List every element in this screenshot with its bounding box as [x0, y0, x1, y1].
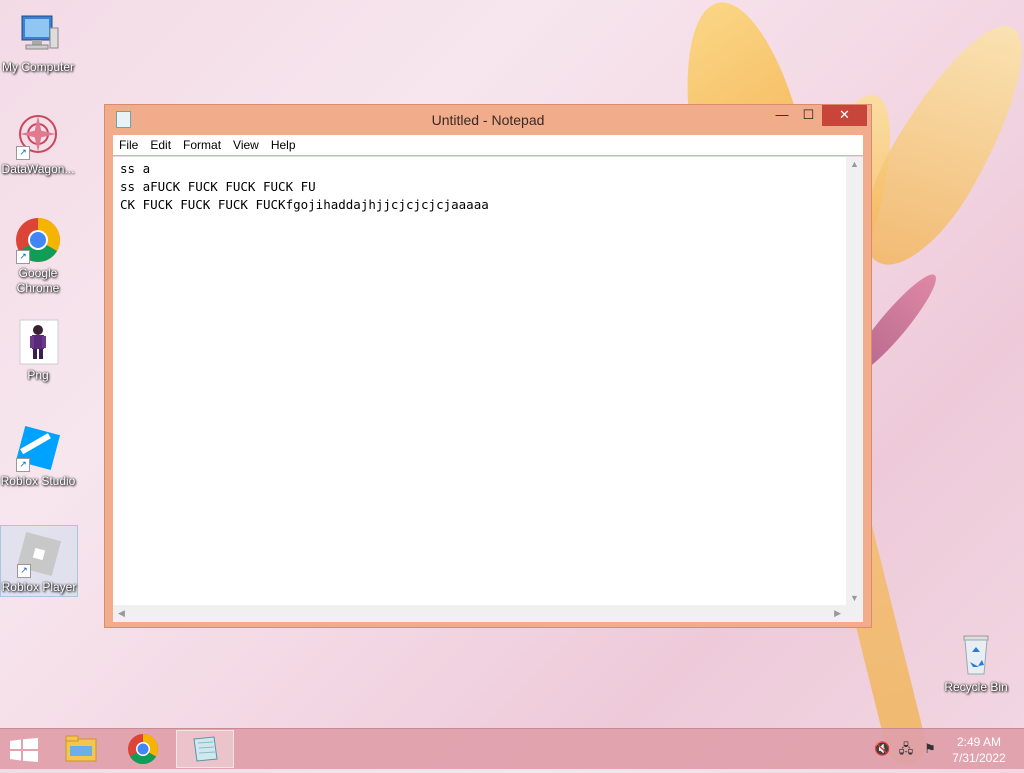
start-button[interactable] — [10, 738, 38, 762]
clock-time: 2:49 AM — [956, 735, 1002, 749]
scroll-right-icon[interactable]: ▶ — [834, 608, 841, 619]
taskbar-chrome[interactable] — [114, 730, 172, 768]
window-title: Untitled - Notepad — [431, 112, 545, 128]
horizontal-scrollbar[interactable]: ◀ ▶ — [113, 605, 846, 622]
taskbar-file-explorer[interactable] — [52, 730, 110, 768]
scroll-left-icon[interactable]: ◀ — [118, 608, 125, 619]
roblox-studio-icon: ↗ — [14, 424, 62, 472]
shortcut-arrow-icon: ↗ — [16, 146, 30, 160]
minimize-button[interactable]: — — [769, 105, 795, 126]
desktop-icon-recycle-bin[interactable]: Recycle Bin — [938, 630, 1014, 695]
file-explorer-icon — [65, 735, 97, 762]
vertical-scrollbar[interactable]: ▲ ▼ — [846, 157, 863, 605]
desktop-icon-label: Google Chrome — [16, 266, 60, 295]
menu-help[interactable]: Help — [265, 135, 302, 155]
taskbar-notepad[interactable] — [176, 730, 234, 768]
scroll-up-icon[interactable]: ▲ — [850, 159, 859, 169]
desktop-icon-label: Roblox Studio — [0, 474, 76, 488]
desktop-icon-label: Roblox Player — [1, 580, 77, 594]
desktop-icon-roblox-studio[interactable]: ↗ Roblox Studio — [0, 424, 76, 489]
menu-edit[interactable]: Edit — [144, 135, 177, 155]
action-center-icon[interactable]: ⚑ — [922, 741, 938, 757]
title-bar[interactable]: Untitled - Notepad — ☐ ✕ — [105, 105, 871, 133]
desktop-icon-roblox-player[interactable]: ↗ Roblox Player — [0, 525, 78, 597]
roblox-player-icon: ↗ — [15, 530, 63, 578]
shortcut-arrow-icon: ↗ — [16, 250, 30, 264]
menu-file[interactable]: File — [113, 135, 144, 155]
scroll-down-icon[interactable]: ▼ — [850, 593, 859, 603]
text-editor[interactable]: ss a ss aFUCK FUCK FUCK FUCK FU CK FUCK … — [113, 156, 863, 622]
desktop-icon-my-computer[interactable]: My Computer — [0, 10, 76, 75]
volume-muted-icon[interactable]: 🔇 — [874, 741, 890, 757]
notepad-icon — [193, 736, 218, 762]
desktop-icon-label: My Computer — [1, 60, 75, 74]
taskbar: 🔇 🖧 ⚑ 2:49 AM 7/31/2022 — [0, 728, 1024, 769]
desktop-icon-label: DataWagon... — [1, 162, 75, 176]
chrome-icon: ↗ — [14, 216, 62, 264]
maximize-button[interactable]: ☐ — [795, 105, 822, 126]
windows-logo-icon — [10, 738, 38, 762]
scrollbar-corner — [846, 605, 863, 622]
computer-icon — [14, 10, 62, 58]
image-file-icon — [14, 318, 62, 366]
desktop-icon-label: Recycle Bin — [944, 680, 1008, 694]
network-icon[interactable]: 🖧 — [898, 741, 914, 757]
document-text[interactable]: ss a ss aFUCK FUCK FUCK FUCK FU CK FUCK … — [120, 160, 489, 214]
taskbar-clock[interactable]: 2:49 AM 7/31/2022 — [944, 734, 1014, 766]
desktop-icon-png[interactable]: Png — [0, 318, 76, 383]
desktop-icon-datawagon[interactable]: ↗ DataWagon... — [0, 112, 76, 177]
desktop-icon-label: Png — [27, 368, 49, 382]
shortcut-arrow-icon: ↗ — [16, 458, 30, 472]
menu-format[interactable]: Format — [177, 135, 227, 155]
datawagon-icon: ↗ — [14, 112, 62, 160]
chrome-icon — [128, 734, 159, 765]
menu-bar: File Edit Format View Help — [113, 135, 863, 155]
shortcut-arrow-icon: ↗ — [17, 564, 31, 578]
menu-view[interactable]: View — [227, 135, 265, 155]
desktop-icon-google-chrome[interactable]: ↗ Google Chrome — [0, 216, 76, 296]
close-button[interactable]: ✕ — [822, 105, 867, 126]
clock-date: 7/31/2022 — [952, 751, 1006, 765]
notepad-window[interactable]: Untitled - Notepad — ☐ ✕ File Edit Format V… — [104, 104, 872, 628]
recycle-bin-icon — [952, 630, 1000, 678]
